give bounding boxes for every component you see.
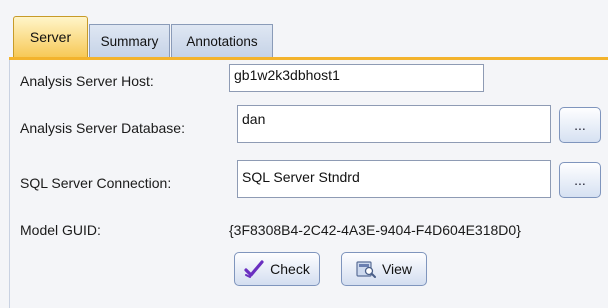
guid-value: {3F8308B4-2C42-4A3E-9404-F4D604E318D0} — [229, 222, 521, 238]
tab-bar: Server Summary Annotations — [0, 0, 608, 60]
check-button[interactable]: Check — [234, 252, 320, 286]
view-button[interactable]: View — [341, 252, 427, 286]
host-label: Analysis Server Host: — [20, 73, 154, 89]
database-field[interactable]: dan — [237, 105, 551, 143]
guid-label: Model GUID: — [20, 222, 101, 238]
view-button-label: View — [381, 261, 413, 277]
server-settings-window: Server Summary Annotations Analysis Serv… — [0, 0, 608, 308]
checkmark-icon — [244, 259, 264, 279]
tab-server[interactable]: Server — [13, 16, 88, 57]
view-model-icon — [356, 259, 376, 279]
connection-field[interactable]: SQL Server Stndrd — [237, 160, 551, 198]
tab-annotations[interactable]: Annotations — [171, 24, 273, 57]
server-tab-panel: Analysis Server Host: gb1w2k3dbhost1 Ana… — [9, 60, 608, 308]
database-label: Analysis Server Database: — [20, 120, 185, 136]
tab-summary[interactable]: Summary — [89, 24, 170, 57]
connection-label: SQL Server Connection: — [20, 175, 172, 191]
check-button-label: Check — [270, 261, 310, 277]
host-field[interactable]: gb1w2k3dbhost1 — [229, 64, 484, 92]
database-browse-button[interactable]: ... — [559, 107, 601, 143]
connection-browse-button[interactable]: ... — [559, 162, 601, 198]
